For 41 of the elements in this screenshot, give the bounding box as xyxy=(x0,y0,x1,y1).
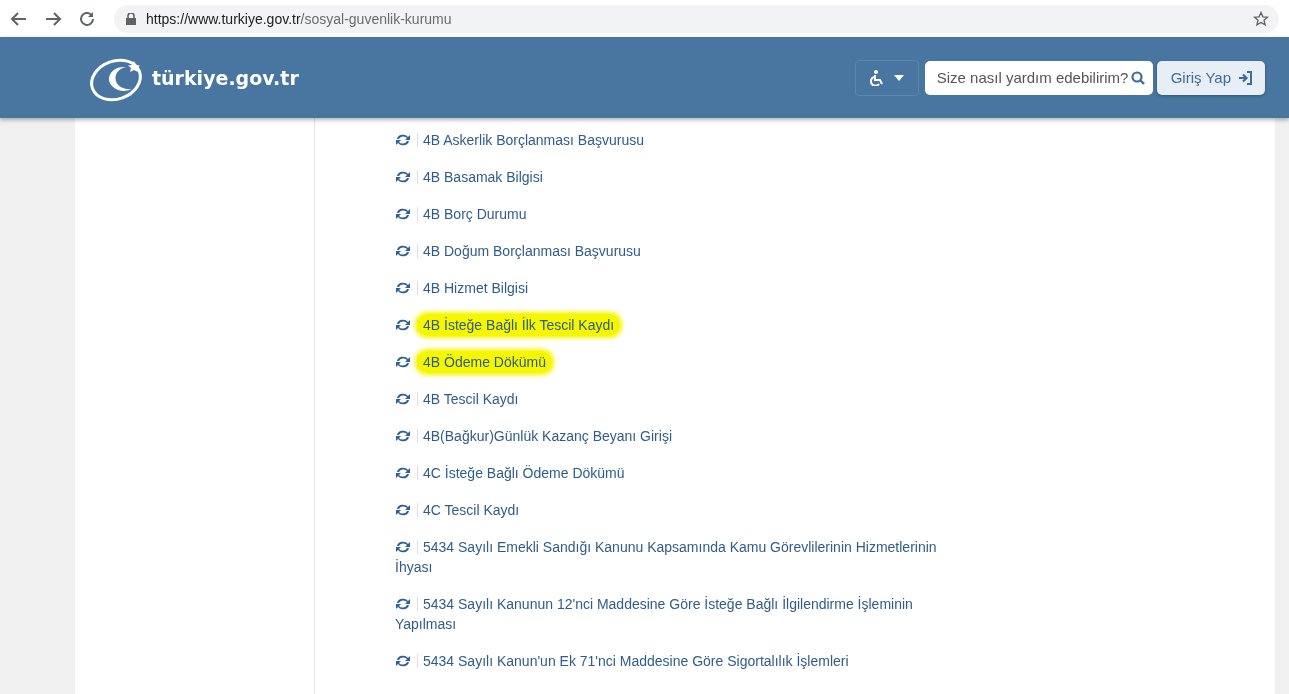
site-logo-text[interactable]: türkiye.gov.tr xyxy=(152,66,299,89)
accessibility-menu[interactable] xyxy=(854,59,919,96)
star-icon[interactable] xyxy=(1253,10,1269,27)
refresh-icon xyxy=(395,133,418,147)
service-link[interactable]: 5434 Sayılı Emekli Sandığı Kanunu Kapsamında Kamu Görevlilerinin Hizmetlerinin İhyası xyxy=(395,537,955,577)
login-button[interactable]: Giriş Yap xyxy=(1156,60,1265,95)
service-link[interactable]: 4B(Bağkur)Günlük Kazanç Beyanı Girişi xyxy=(395,426,955,446)
refresh-icon xyxy=(395,244,418,258)
url-text: https://www.turkiye.gov.tr/sosyal-guvenlik-kurumu xyxy=(146,10,452,27)
caret-icon xyxy=(893,74,904,81)
refresh-icon xyxy=(395,654,418,668)
back-icon[interactable] xyxy=(10,9,28,28)
forward-icon[interactable] xyxy=(44,9,62,28)
service-link[interactable]: 4B Ödeme Dökümü xyxy=(395,352,955,372)
service-link[interactable]: 4B Basamak Bilgisi xyxy=(395,167,955,187)
service-link[interactable]: 4B İsteğe Bağlı İlk Tescil Kaydı xyxy=(395,315,955,335)
refresh-icon xyxy=(395,429,418,443)
reload-icon[interactable] xyxy=(78,9,96,28)
refresh-icon xyxy=(395,170,418,184)
refresh-icon xyxy=(395,207,418,221)
sign-in-icon xyxy=(1238,70,1253,85)
refresh-icon xyxy=(395,540,418,554)
refresh-icon xyxy=(395,503,418,517)
refresh-icon xyxy=(395,392,418,406)
refresh-icon xyxy=(395,281,418,295)
refresh-icon xyxy=(395,597,418,611)
lock-icon xyxy=(126,12,136,25)
refresh-icon xyxy=(395,466,418,480)
service-link[interactable]: 5434 Sayılı Kanunun 12'nci Maddesine Göre İsteğe Bağlı İlgilendirme İşleminin Yapılması xyxy=(395,594,955,634)
address-bar[interactable]: https://www.turkiye.gov.tr/sosyal-guvenlik-kurumu xyxy=(114,4,1279,33)
service-link[interactable]: 4B Tescil Kaydı xyxy=(395,389,955,409)
search-field[interactable]: Size nasıl yardım edebilirim? xyxy=(924,60,1153,95)
service-link[interactable]: 4B Borç Durumu xyxy=(395,204,955,224)
service-link[interactable]: 4B Doğum Borçlanması Başvurusu xyxy=(395,241,955,261)
service-link[interactable]: 5434 Sayılı Kanun'un Ek 71'nci Maddesine Göre Sigortalılık İşlemleri xyxy=(395,651,955,671)
service-link[interactable]: 4B Hizmet Bilgisi xyxy=(395,278,955,298)
service-link[interactable]: 4C İsteğe Bağlı Ödeme Dökümü xyxy=(395,463,955,483)
service-link[interactable]: 4C Tescil Kaydı xyxy=(395,500,955,520)
search-icon[interactable] xyxy=(1130,70,1145,85)
service-link[interactable]: 4B Askerlik Borçlanması Başvurusu xyxy=(395,130,955,150)
wheelchair-icon xyxy=(869,69,884,86)
